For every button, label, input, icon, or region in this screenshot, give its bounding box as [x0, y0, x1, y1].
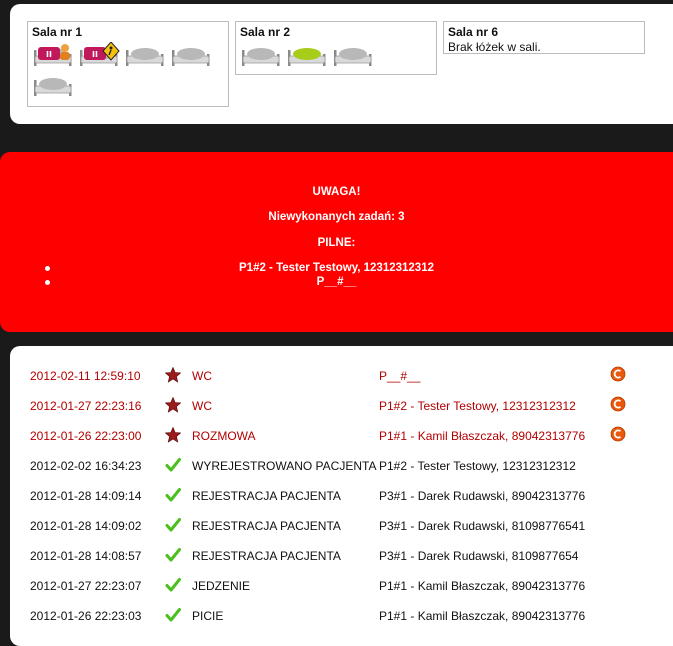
log-patient: P3#1 - Darek Rudawski, 8109877654 — [379, 549, 579, 563]
star-icon — [164, 426, 182, 446]
bed-list — [240, 42, 432, 72]
check-icon — [165, 547, 181, 566]
urgent-item[interactable]: P1#2 - Tester Testowy, 12312312312 — [0, 262, 673, 274]
log-patient: P1#2 - Tester Testowy, 12312312312 — [379, 399, 576, 413]
log-row[interactable]: 2012-02-11 12:59:10 WC P__#__ — [10, 366, 670, 399]
log-event: WC — [192, 369, 212, 383]
log-event: WYREJESTROWANO PACJENTA — [192, 459, 377, 473]
bed-icon[interactable] — [124, 42, 166, 68]
log-date: 2012-01-28 14:09:02 — [30, 519, 142, 533]
log-row[interactable]: 2012-01-26 22:23:03 PICIE P1#1 - Kamil Bła… — [10, 607, 670, 639]
log-patient: P1#1 - Kamil Błaszczak, 89042313776 — [379, 609, 586, 623]
log-date: 2012-02-11 12:59:10 — [30, 369, 141, 383]
bed-list: II II — [32, 41, 224, 102]
check-icon — [165, 457, 181, 476]
resolve-action-icon[interactable] — [610, 366, 626, 385]
bed-icon[interactable] — [240, 42, 282, 68]
log-event: REJESTRACJA PACJENTA — [192, 549, 341, 563]
log-date: 2012-01-28 14:08:57 — [30, 549, 142, 563]
log-date: 2012-02-02 16:34:23 — [30, 459, 142, 473]
pending-tasks: Niewykonanych zadań: 3 — [0, 211, 673, 223]
log-patient: P3#1 - Darek Rudawski, 81098776541 — [379, 519, 586, 533]
svg-text:II: II — [46, 50, 52, 59]
bed-icon[interactable] — [332, 42, 374, 68]
log-event: WC — [192, 399, 212, 413]
event-log-panel: 2012-02-11 12:59:10 WC P__#__ 2012-01-27 22… — [10, 346, 673, 646]
log-row[interactable]: 2012-01-27 22:23:16 WC P1#2 - Tester Testo… — [10, 396, 670, 429]
log-event: REJESTRACJA PACJENTA — [192, 519, 341, 533]
alert-panel: UWAGA! Niewykonanych zadań: 3 PILNE: P1#… — [0, 152, 673, 332]
log-patient: P__#__ — [379, 369, 421, 383]
log-patient: P3#1 - Darek Rudawski, 89042313776 — [379, 489, 586, 503]
bed-icon[interactable]: II — [32, 42, 74, 68]
alert-heading: UWAGA! — [312, 186, 361, 198]
check-icon — [165, 517, 181, 536]
log-row[interactable]: 2012-01-28 14:09:02 REJESTRACJA PACJENTA P… — [10, 517, 670, 549]
log-row[interactable]: 2012-01-28 14:08:57 REJESTRACJA PACJENTA P… — [10, 547, 670, 579]
log-event: REJESTRACJA PACJENTA — [192, 489, 341, 503]
bed-icon[interactable]: II — [78, 41, 120, 68]
log-date: 2012-01-28 14:09:14 — [30, 489, 142, 503]
star-icon — [164, 396, 182, 416]
bed-icon[interactable] — [286, 42, 328, 68]
bed-icon[interactable] — [170, 42, 212, 68]
room-6[interactable]: Sala nr 6 Brak łóżek w sali. — [443, 21, 645, 54]
rooms-panel: Sala nr 1 II II Sala nr 2 Sala nr 6 Brak … — [10, 4, 673, 124]
log-patient: P1#1 - Kamil Błaszczak, 89042313776 — [379, 429, 586, 443]
log-event: ROZMOWA — [192, 429, 256, 443]
bed-icon[interactable] — [32, 72, 74, 98]
log-patient: P1#2 - Tester Testowy, 12312312312 — [379, 459, 576, 473]
room-2[interactable]: Sala nr 2 — [235, 21, 437, 75]
log-date: 2012-01-26 22:23:03 — [30, 609, 142, 623]
log-event: JEDZENIE — [192, 579, 251, 593]
resolve-action-icon[interactable] — [610, 426, 626, 445]
log-patient: P1#1 - Kamil Błaszczak, 89042313776 — [379, 579, 586, 593]
log-date: 2012-01-27 22:23:16 — [30, 399, 142, 413]
log-row[interactable]: 2012-01-26 22:23:00 ROZMOWA P1#1 - Kamil B… — [10, 426, 670, 459]
urgent-label: PILNE: — [317, 237, 356, 249]
svg-text:II: II — [92, 50, 98, 59]
star-icon — [164, 366, 182, 386]
room-1[interactable]: Sala nr 1 II II — [27, 21, 229, 107]
log-row[interactable]: 2012-01-27 22:23:07 JEDZENIE P1#1 - Kamil … — [10, 577, 670, 609]
pending-count: 3 — [398, 211, 405, 223]
log-date: 2012-01-27 22:23:07 — [30, 579, 142, 593]
check-icon — [165, 607, 181, 626]
log-row[interactable]: 2012-02-02 16:34:23 WYREJESTROWANO PACJEN… — [10, 457, 670, 489]
resolve-action-icon[interactable] — [610, 396, 626, 415]
check-icon — [165, 487, 181, 506]
room-title: Sala nr 6 — [448, 25, 499, 39]
room-title: Sala nr 1 — [32, 25, 83, 39]
log-row[interactable]: 2012-01-28 14:09:14 REJESTRACJA PACJENTA P… — [10, 487, 670, 519]
urgent-item[interactable]: P__#__ — [0, 276, 673, 288]
log-event: PICIE — [192, 609, 224, 623]
log-date: 2012-01-26 22:23:00 — [30, 429, 142, 443]
pending-label: Niewykonanych zadań: — [268, 211, 395, 223]
check-icon — [165, 577, 181, 596]
room-title: Sala nr 2 — [240, 25, 291, 39]
room-note: Brak łóżek w sali. — [448, 40, 541, 54]
